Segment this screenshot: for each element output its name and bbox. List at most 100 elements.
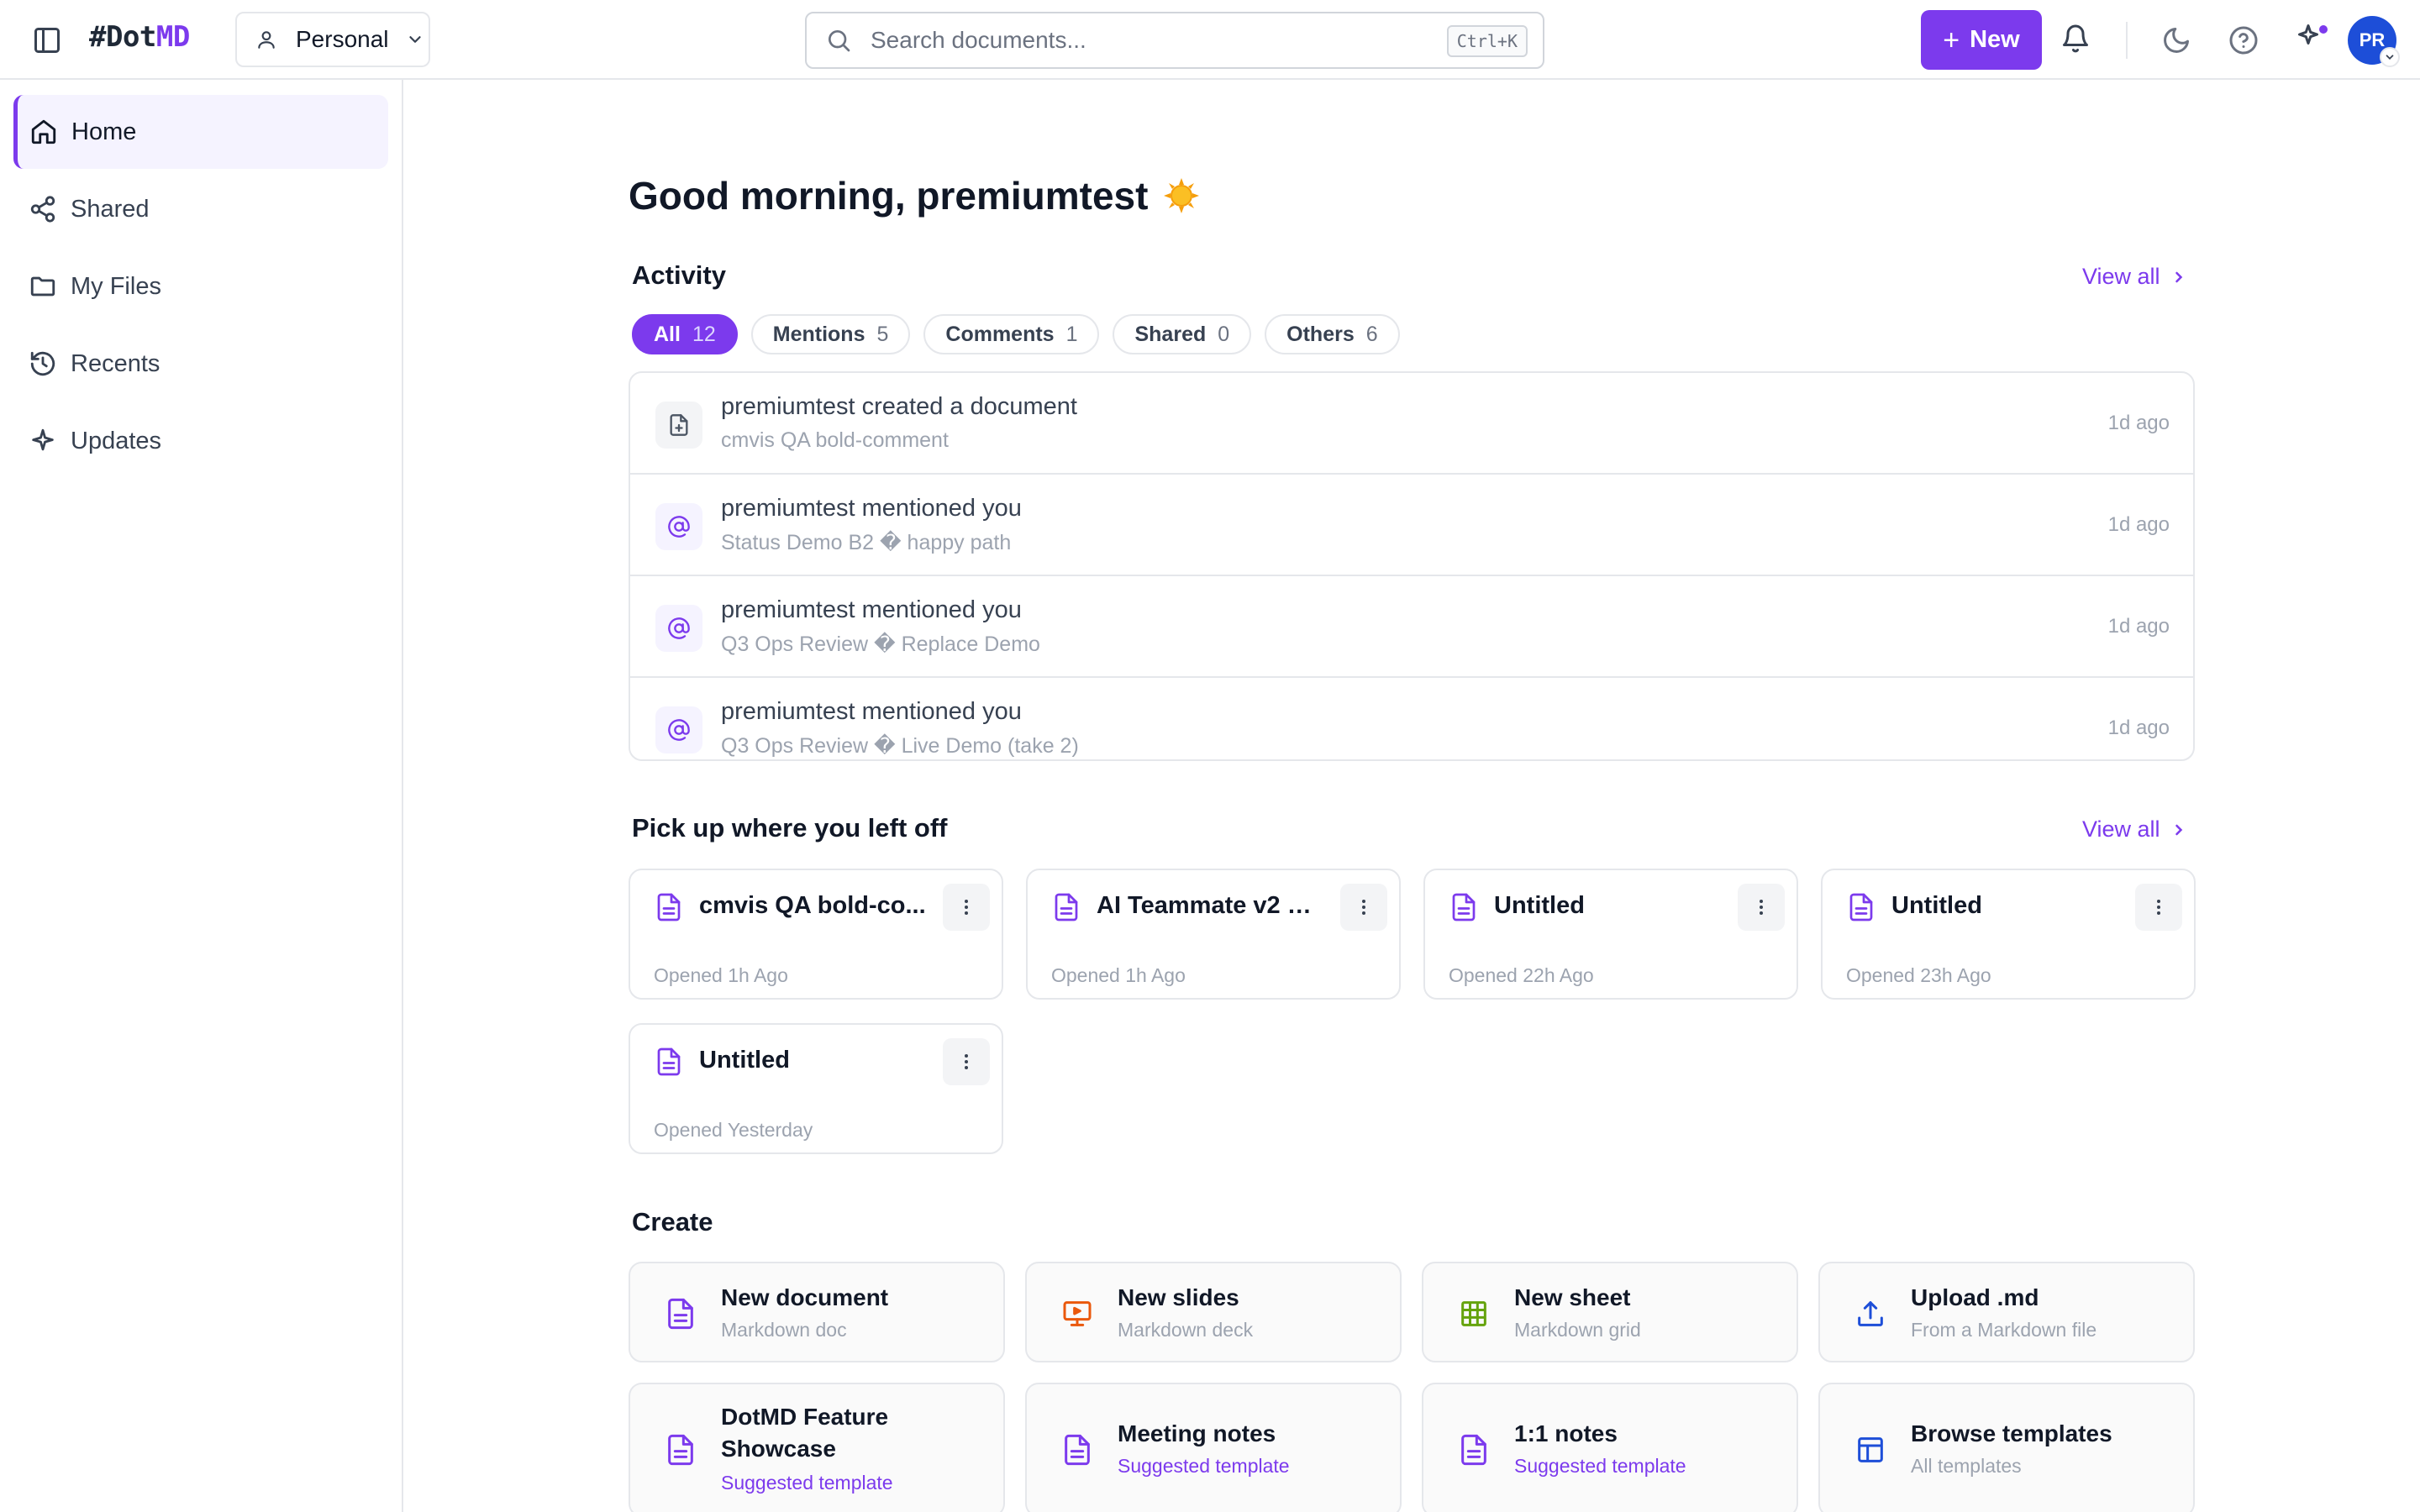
more-vertical-icon[interactable] [943, 884, 990, 931]
activity-item[interactable]: premiumtest mentioned you Q3 Ops Review … [630, 678, 2193, 759]
activity-item[interactable]: premiumtest mentioned you Status Demo B2… [630, 475, 2193, 576]
create-title: DotMD Feature Showcase [721, 1404, 889, 1462]
document-icon [654, 1045, 684, 1079]
sidebar-item-home[interactable]: Home [13, 95, 388, 169]
chip-label: Mentions [772, 322, 865, 346]
template-feature-showcase-button[interactable]: DotMD Feature Showcase Suggested templat… [629, 1383, 1005, 1512]
avatar-chevron-icon[interactable] [2380, 47, 2400, 67]
create-title: Browse templates [1911, 1420, 2112, 1446]
file-plus-icon [655, 402, 702, 449]
create-subtitle: From a Markdown file [1911, 1319, 2097, 1341]
notification-dot [2319, 25, 2328, 34]
chip-count: 0 [1218, 322, 1230, 346]
activity-time: 1d ago [2107, 412, 2170, 434]
activity-time: 1d ago [2107, 513, 2170, 536]
sidebar-item-recents[interactable]: Recents [13, 327, 388, 401]
new-button-label: New [1970, 26, 2020, 53]
at-sign-icon [655, 605, 702, 652]
greeting-text: Good morning, premiumtest [629, 174, 1149, 218]
more-vertical-icon[interactable] [1738, 884, 1785, 931]
page-title: Good morning, premiumtest [629, 173, 1200, 218]
filter-chip-all[interactable]: All 12 [632, 314, 738, 354]
sidebar-item-updates[interactable]: Updates [13, 404, 388, 478]
sidebar-item-label: Shared [71, 195, 150, 223]
view-all-label: View all [2082, 816, 2160, 842]
document-icon [664, 1297, 697, 1331]
more-vertical-icon[interactable] [1340, 884, 1387, 931]
template-meeting-notes-button[interactable]: Meeting notes Suggested template [1025, 1383, 1402, 1512]
activity-view-all-link[interactable]: View all [2082, 264, 2187, 290]
sidebar-item-label: Recents [71, 349, 160, 377]
create-new-document-button[interactable]: New document Markdown doc [629, 1262, 1005, 1362]
document-icon [1051, 890, 1081, 924]
activity-item[interactable]: premiumtest created a document cmvis QA … [630, 373, 2193, 475]
recent-doc-card[interactable]: cmvis QA bold-co... Opened 1h Ago [629, 869, 1003, 1000]
recent-doc-card[interactable]: Untitled Opened Yesterday [629, 1023, 1003, 1154]
create-new-sheet-button[interactable]: New sheet Markdown grid [1422, 1262, 1798, 1362]
sidebar-item-label: My Files [71, 272, 161, 300]
folder-icon [29, 272, 57, 301]
help-icon[interactable] [2228, 25, 2259, 55]
moon-icon[interactable] [2161, 25, 2191, 55]
create-subtitle: Markdown doc [721, 1319, 847, 1341]
activity-item[interactable]: premiumtest mentioned you Q3 Ops Review … [630, 576, 2193, 678]
workspace-switcher[interactable]: Personal [235, 12, 430, 67]
doc-opened-time: Opened Yesterday [654, 1119, 813, 1141]
doc-opened-time: Opened 22h Ago [1449, 964, 1594, 986]
filter-chip-others[interactable]: Others 6 [1265, 314, 1400, 354]
new-button[interactable]: + New [1921, 10, 2042, 70]
sun-icon [1163, 177, 1200, 214]
activity-heading: Activity [632, 260, 726, 290]
more-vertical-icon[interactable] [943, 1038, 990, 1085]
activity-list: premiumtest created a document cmvis QA … [629, 371, 2195, 761]
chip-label: All [654, 322, 681, 346]
upload-md-button[interactable]: Upload .md From a Markdown file [1818, 1262, 2195, 1362]
sidebar-toggle-icon[interactable] [32, 25, 62, 55]
workspace-label: Personal [296, 26, 389, 52]
sidebar-item-my-files[interactable]: My Files [13, 249, 388, 323]
activity-subtitle: Q3 Ops Review � Live Demo (take 2) [721, 734, 1079, 758]
create-title: New document [721, 1284, 889, 1310]
filter-chip-comments[interactable]: Comments 1 [923, 314, 1100, 354]
template-one-on-one-notes-button[interactable]: 1:1 notes Suggested template [1422, 1383, 1798, 1512]
grid-icon [1457, 1297, 1491, 1331]
search-input[interactable] [871, 27, 1408, 54]
create-subtitle: Suggested template [1118, 1455, 1290, 1477]
activity-title: premiumtest mentioned you [721, 698, 1022, 725]
recent-docs-heading: Pick up where you left off [632, 813, 948, 843]
chip-count: 6 [1365, 322, 1378, 346]
browse-templates-button[interactable]: Browse templates All templates [1818, 1383, 2195, 1512]
bell-icon[interactable] [2060, 24, 2091, 54]
search-shortcut-hint: Ctrl+K [1446, 25, 1528, 57]
sidebar-item-label: Home [71, 118, 137, 145]
create-subtitle: Suggested template [1514, 1455, 1686, 1477]
activity-filter-tabs: All 12 Mentions 5 Comments 1 Shared 0 Others… [632, 314, 1400, 354]
search-bar[interactable]: Ctrl+K [805, 12, 1544, 69]
create-subtitle: Markdown deck [1118, 1319, 1254, 1341]
recent-doc-card[interactable]: Untitled Opened 23h Ago [1821, 869, 2196, 1000]
at-sign-icon [655, 706, 702, 753]
create-title: New sheet [1514, 1284, 1631, 1310]
home-icon [29, 118, 58, 146]
sidebar-item-shared[interactable]: Shared [13, 172, 388, 246]
create-new-slides-button[interactable]: New slides Markdown deck [1025, 1262, 1402, 1362]
presentation-icon [1060, 1297, 1094, 1331]
document-icon [1449, 890, 1479, 924]
filter-chip-mentions[interactable]: Mentions 5 [750, 314, 911, 354]
document-icon [664, 1433, 697, 1467]
recent-doc-card[interactable]: Untitled Opened 22h Ago [1423, 869, 1798, 1000]
doc-title: Untitled [1891, 892, 1982, 919]
view-all-label: View all [2082, 264, 2160, 289]
create-title: Meeting notes [1118, 1420, 1276, 1446]
document-icon [1846, 890, 1876, 924]
filter-chip-shared[interactable]: Shared 0 [1113, 314, 1252, 354]
more-vertical-icon[interactable] [2135, 884, 2182, 931]
activity-subtitle: Status Demo B2 � happy path [721, 531, 1012, 554]
create-subtitle: All templates [1911, 1455, 2022, 1477]
document-icon [1060, 1433, 1094, 1467]
create-subtitle: Suggested template [721, 1472, 893, 1494]
recent-view-all-link[interactable]: View all [2082, 816, 2187, 843]
chip-count: 5 [876, 322, 889, 346]
recent-doc-card[interactable]: AI Teammate v2 —... Opened 1h Ago [1026, 869, 1401, 1000]
app-logo[interactable]: #DotMD [89, 20, 190, 54]
